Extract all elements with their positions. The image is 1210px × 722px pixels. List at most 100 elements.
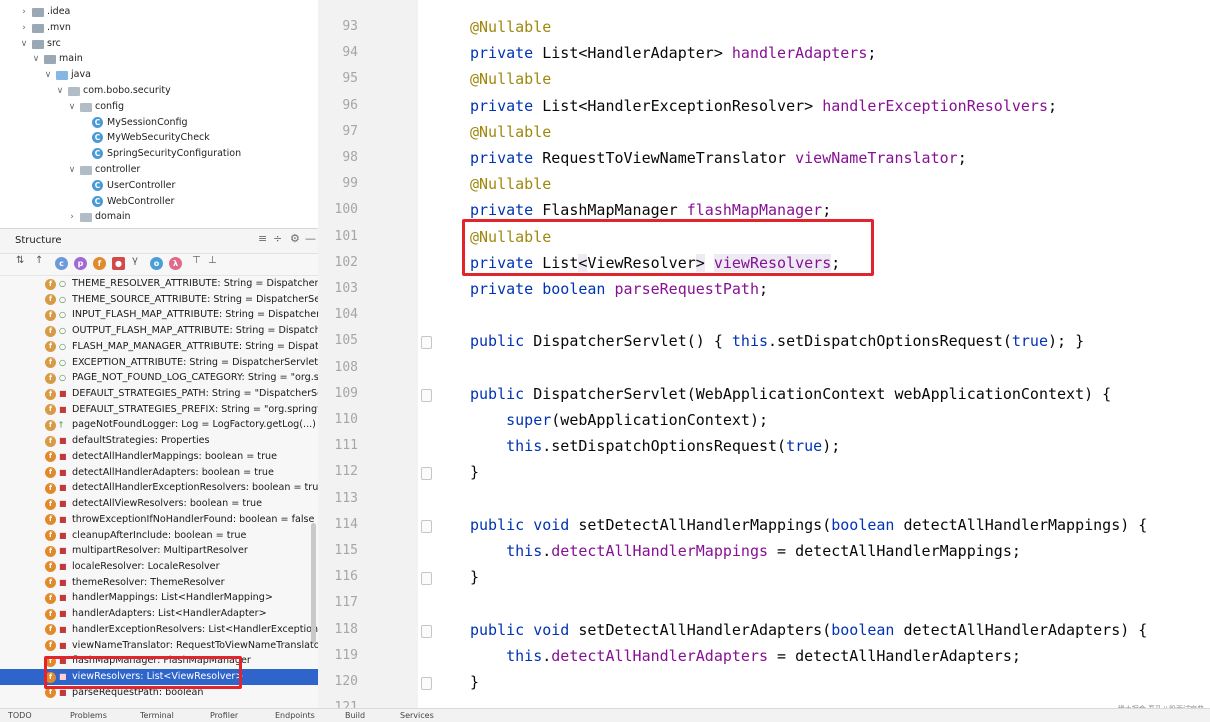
tree-item[interactable]: C MyWebSecurityCheck [0, 130, 318, 146]
tree-item[interactable]: ∨ main [0, 51, 318, 67]
structure-item[interactable]: f ○ THEME_SOURCE_ATTRIBUTE: String = Dispa… [0, 292, 318, 308]
tool-window-button[interactable]: Endpoints [275, 709, 315, 722]
tree-item[interactable]: C SpringSecurityConfiguration [0, 146, 318, 162]
show-fields-icon[interactable]: f [93, 257, 106, 270]
show-inherited-icon[interactable]: c [55, 257, 68, 270]
tree-item[interactable]: ∨ com.bobo.security [0, 83, 318, 99]
structure-item[interactable]: f ■ DEFAULT_STRATEGIES_PREFIX: String = "o… [0, 402, 318, 418]
structure-item[interactable]: f ■ viewNameTranslator: RequestToViewNameT… [0, 638, 318, 654]
code-line[interactable]: } [470, 673, 479, 691]
fold-marker-icon[interactable] [421, 624, 432, 638]
code-line[interactable]: private List<HandlerExceptionResolver> h… [470, 97, 1057, 115]
chevron-right-icon[interactable]: › [19, 4, 29, 20]
code-line[interactable]: } [470, 463, 479, 481]
tool-window-button[interactable]: Profiler [210, 709, 238, 722]
structure-item[interactable]: f ○ INPUT_FLASH_MAP_ATTRIBUTE: String = Di… [0, 307, 318, 323]
structure-item[interactable]: f ■ throwExceptionIfNoHandlerFound: boolea… [0, 512, 318, 528]
structure-item[interactable]: f ○ PAGE_NOT_FOUND_LOG_CATEGORY: String = … [0, 370, 318, 386]
expand-all-icon[interactable]: ≡ [258, 232, 267, 245]
fold-marker-icon[interactable] [421, 519, 432, 533]
tool-window-button[interactable]: Services [400, 709, 434, 722]
structure-item[interactable]: f ○ FLASH_MAP_MANAGER_ATTRIBUTE: String = … [0, 339, 318, 355]
code-line[interactable]: this.detectAllHandlerAdapters = detectAl… [470, 647, 1021, 665]
sort-alphabetically-icon[interactable]: ↑ [35, 255, 43, 266]
autoscroll-from-source-icon[interactable]: ⊥ [208, 255, 217, 266]
fold-marker-icon[interactable] [421, 467, 432, 481]
code-line[interactable]: this.setDispatchOptionsRequest(true); [470, 437, 840, 455]
tree-item[interactable]: ∨ src [0, 36, 318, 52]
tree-item[interactable]: ∨ controller [0, 162, 318, 178]
structure-item[interactable]: f ■ detectAllHandlerMappings: boolean = tr… [0, 449, 318, 465]
code-line[interactable]: super(webApplicationContext); [470, 411, 768, 429]
code-line[interactable]: public DispatcherServlet() { this.setDis… [470, 332, 1084, 350]
fold-marker-icon[interactable] [421, 388, 432, 402]
tree-item[interactable]: ∨ config [0, 99, 318, 115]
show-lambdas-icon[interactable]: λ [169, 257, 182, 270]
tree-item[interactable]: C WebController [0, 194, 318, 210]
code-line[interactable]: private RequestToViewNameTranslator view… [470, 149, 967, 167]
code-line[interactable]: } [470, 568, 479, 586]
structure-item[interactable]: f ○ EXCEPTION_ATTRIBUTE: String = Dispatch… [0, 355, 318, 371]
show-properties-icon[interactable]: p [74, 257, 87, 270]
tree-item[interactable]: ∨ java [0, 67, 318, 83]
structure-item[interactable]: f ■ DEFAULT_STRATEGIES_PATH: String = "Dis… [0, 386, 318, 402]
collapse-all-icon[interactable]: ÷ [273, 232, 282, 245]
structure-item[interactable]: f ■ detectAllViewResolvers: boolean = true [0, 496, 318, 512]
settings-gear-icon[interactable]: ⚙ [290, 232, 300, 245]
field-icon: f [45, 640, 56, 652]
structure-item[interactable]: f ■ detectAllHandlerAdapters: boolean = tr… [0, 465, 318, 481]
tool-window-button[interactable]: Terminal [140, 709, 174, 722]
structure-item[interactable]: f ■ detectAllHandlerExceptionResolvers: bo… [0, 480, 318, 496]
code-line[interactable]: @Nullable [470, 70, 551, 88]
tool-window-button[interactable]: Problems [70, 709, 107, 722]
code-line[interactable]: @Nullable [470, 18, 551, 36]
structure-item[interactable]: f ■ handlerAdapters: List<HandlerAdapter> [0, 606, 318, 622]
structure-item[interactable]: f ■ themeResolver: ThemeResolver [0, 575, 318, 591]
code-editor[interactable]: 93 94 95 96 97 98 99 100 101 102 103 104 105 108 109 11… [318, 0, 1210, 721]
code-line[interactable]: private boolean parseRequestPath; [470, 280, 768, 298]
chevron-down-icon[interactable]: ∨ [19, 36, 29, 52]
structure-item[interactable]: f ■ handlerExceptionResolvers: List<Handle… [0, 622, 318, 638]
code-line[interactable]: private List<HandlerAdapter> handlerAdap… [470, 44, 876, 62]
structure-item[interactable]: f ■ cleanupAfterInclude: boolean = true [0, 528, 318, 544]
chevron-down-icon[interactable]: ∨ [31, 51, 41, 67]
show-non-public-icon[interactable]: ● [112, 257, 125, 270]
structure-item[interactable]: f ○ THEME_RESOLVER_ATTRIBUTE: String = Dis… [0, 276, 318, 292]
tree-item[interactable]: C UserController [0, 178, 318, 194]
tree-item[interactable]: › .mvn [0, 20, 318, 36]
chevron-right-icon[interactable]: › [19, 20, 29, 36]
chevron-down-icon[interactable]: ∨ [67, 162, 77, 178]
chevron-right-icon[interactable]: › [67, 209, 77, 225]
sort-by-visibility-icon[interactable]: ⇅ [16, 255, 24, 266]
code-line[interactable]: this.detectAllHandlerMappings = detectAl… [470, 542, 1021, 560]
tree-item[interactable]: › domain [0, 209, 318, 225]
tool-window-button[interactable]: Build [345, 709, 365, 722]
fold-marker-icon[interactable] [421, 572, 432, 586]
chevron-down-icon[interactable]: ∨ [55, 83, 65, 99]
autoscroll-to-source-icon[interactable]: ⊤ [192, 255, 201, 266]
chevron-down-icon[interactable]: ∨ [67, 99, 77, 115]
fold-marker-icon[interactable] [421, 677, 432, 690]
structure-item[interactable]: f † pageNotFoundLogger: Log = LogFactory.g… [0, 417, 318, 433]
fold-marker-icon[interactable] [421, 336, 432, 350]
structure-item[interactable]: f ○ OUTPUT_FLASH_MAP_ATTRIBUTE: String = D… [0, 323, 318, 339]
tree-item[interactable]: › .idea [0, 4, 318, 20]
structure-item[interactable]: f ■ defaultStrategies: Properties [0, 433, 318, 449]
hide-panel-icon[interactable]: — [305, 232, 316, 245]
code-line[interactable]: @Nullable [470, 123, 551, 141]
structure-item[interactable]: f ■ handlerMappings: List<HandlerMapping> [0, 590, 318, 606]
code-line[interactable]: @Nullable [470, 175, 551, 193]
code-line[interactable]: public void setDetectAllHandlerMappings(… [470, 516, 1147, 534]
filter-icon[interactable]: γ [132, 255, 138, 266]
tool-window-button[interactable]: TODO [8, 709, 32, 722]
tree-item[interactable]: C MySessionConfig [0, 115, 318, 131]
structure-scrollbar[interactable] [311, 523, 316, 643]
show-anonymous-icon[interactable]: o [150, 257, 163, 270]
chevron-down-icon[interactable]: ∨ [43, 67, 53, 83]
structure-item[interactable]: f ■ localeResolver: LocaleResolver [0, 559, 318, 575]
code-line[interactable]: public void setDetectAllHandlerAdapters(… [470, 621, 1147, 639]
code-line[interactable]: public DispatcherServlet(WebApplicationC… [470, 385, 1111, 403]
code-line[interactable]: private FlashMapManager flashMapManager; [470, 201, 831, 219]
structure-item[interactable]: f ■ multipartResolver: MultipartResolver [0, 543, 318, 559]
